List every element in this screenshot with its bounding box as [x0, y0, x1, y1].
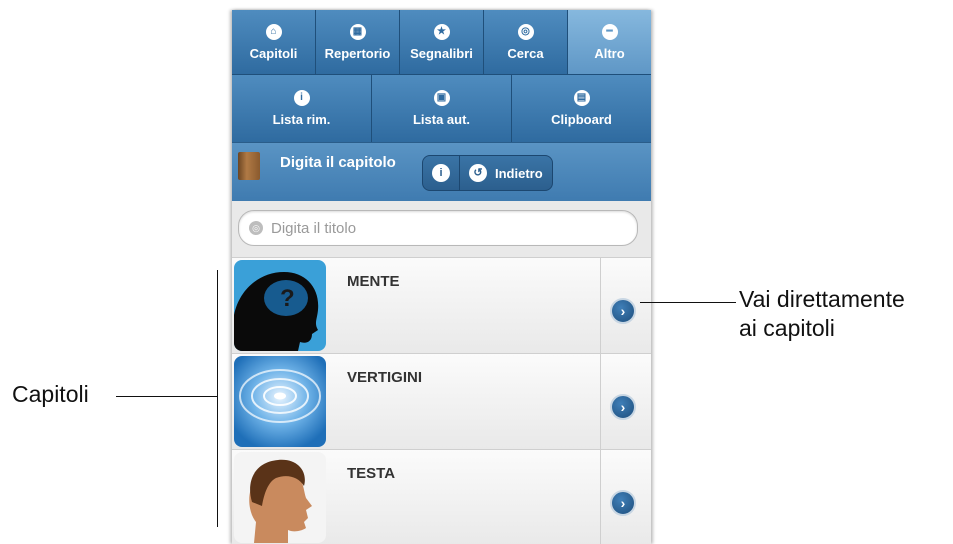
callout-bracket [217, 270, 218, 527]
chevron-cell: › [600, 354, 651, 449]
svg-text:?: ? [280, 285, 295, 312]
chapter-row-testa[interactable]: TESTA › [232, 449, 651, 544]
tab-clipboard[interactable]: ▤ Clipboard [512, 75, 651, 142]
tab-lista-aut[interactable]: ▣ Lista aut. [372, 75, 512, 142]
info-button[interactable]: i [423, 156, 459, 190]
chevron-right-icon[interactable]: › [610, 298, 636, 324]
secondary-tab-bar: i Lista rim. ▣ Lista aut. ▤ Clipboard [232, 74, 651, 142]
back-button[interactable]: ↺ Indietro [459, 156, 552, 190]
search-input[interactable] [269, 218, 613, 238]
grid-icon: ▦ [349, 23, 366, 40]
minus-icon: ━ [601, 23, 618, 40]
header-button-group: i ↺ Indietro [422, 155, 553, 191]
clipboard-icon: ▤ [573, 90, 590, 106]
search-area: ◎ [232, 201, 651, 258]
main-tab-bar: ⌂ Capitoli ▦ Repertorio ★ Segnalibri ◎ C… [232, 10, 651, 74]
page-header: Digita il capitolo i ↺ Indietro [232, 142, 651, 201]
tab-label: Altro [594, 45, 625, 61]
star-icon: ★ [433, 23, 450, 40]
tab-capitoli[interactable]: ⌂ Capitoli [232, 10, 316, 74]
tab-cerca[interactable]: ◎ Cerca [484, 10, 568, 74]
search-box[interactable]: ◎ [238, 210, 638, 246]
callout-right-line2: ai capitoli [739, 315, 835, 341]
tab-label: Lista aut. [412, 112, 471, 127]
callout-right: Vai direttamente ai capitoli [739, 285, 905, 343]
chapter-row-vertigini[interactable]: VERTIGINI › [232, 353, 651, 449]
tab-label: Cerca [507, 45, 544, 61]
back-arrow-icon: ↺ [469, 164, 487, 182]
search-icon: ◎ [249, 221, 263, 235]
head-question-image: ? [234, 260, 326, 351]
book-icon [238, 152, 260, 180]
tab-label: Segnalibri [410, 45, 473, 61]
callout-line-right [640, 302, 736, 303]
callout-left: Capitoli [12, 381, 89, 407]
home-icon: ⌂ [265, 23, 282, 40]
tab-label: Capitoli [249, 45, 298, 61]
chapter-title: MENTE [347, 273, 400, 290]
chapter-list: ? MENTE › VERTIGINI › TESTA › [232, 257, 651, 544]
search-icon: ◎ [517, 23, 534, 40]
page-title: Digita il capitolo [280, 154, 396, 171]
tab-label: Repertorio [324, 45, 391, 61]
head-profile-image [234, 452, 326, 543]
chevron-right-icon[interactable]: › [610, 394, 636, 420]
tab-lista-rim[interactable]: i Lista rim. [232, 75, 372, 142]
callout-line-left [116, 396, 217, 397]
info-icon: i [293, 90, 310, 106]
chevron-cell: › [600, 258, 651, 353]
app-screen: ⌂ Capitoli ▦ Repertorio ★ Segnalibri ◎ C… [232, 10, 651, 544]
tab-repertorio[interactable]: ▦ Repertorio [316, 10, 400, 74]
callout-right-line1: Vai direttamente [739, 286, 905, 312]
tab-label: Lista rim. [272, 112, 331, 127]
tab-altro[interactable]: ━ Altro [568, 10, 651, 74]
chevron-cell: › [600, 450, 651, 544]
chevron-right-icon[interactable]: › [610, 490, 636, 516]
spiral-image [234, 356, 326, 447]
contact-icon: ▣ [433, 90, 450, 106]
chapter-title: TESTA [347, 465, 396, 482]
back-button-label: Indietro [495, 165, 543, 181]
tab-segnalibri[interactable]: ★ Segnalibri [400, 10, 484, 74]
info-icon: i [432, 164, 450, 182]
chapter-title: VERTIGINI [347, 369, 423, 386]
tab-label: Clipboard [551, 112, 612, 127]
chapter-row-mente[interactable]: ? MENTE › [232, 257, 651, 353]
